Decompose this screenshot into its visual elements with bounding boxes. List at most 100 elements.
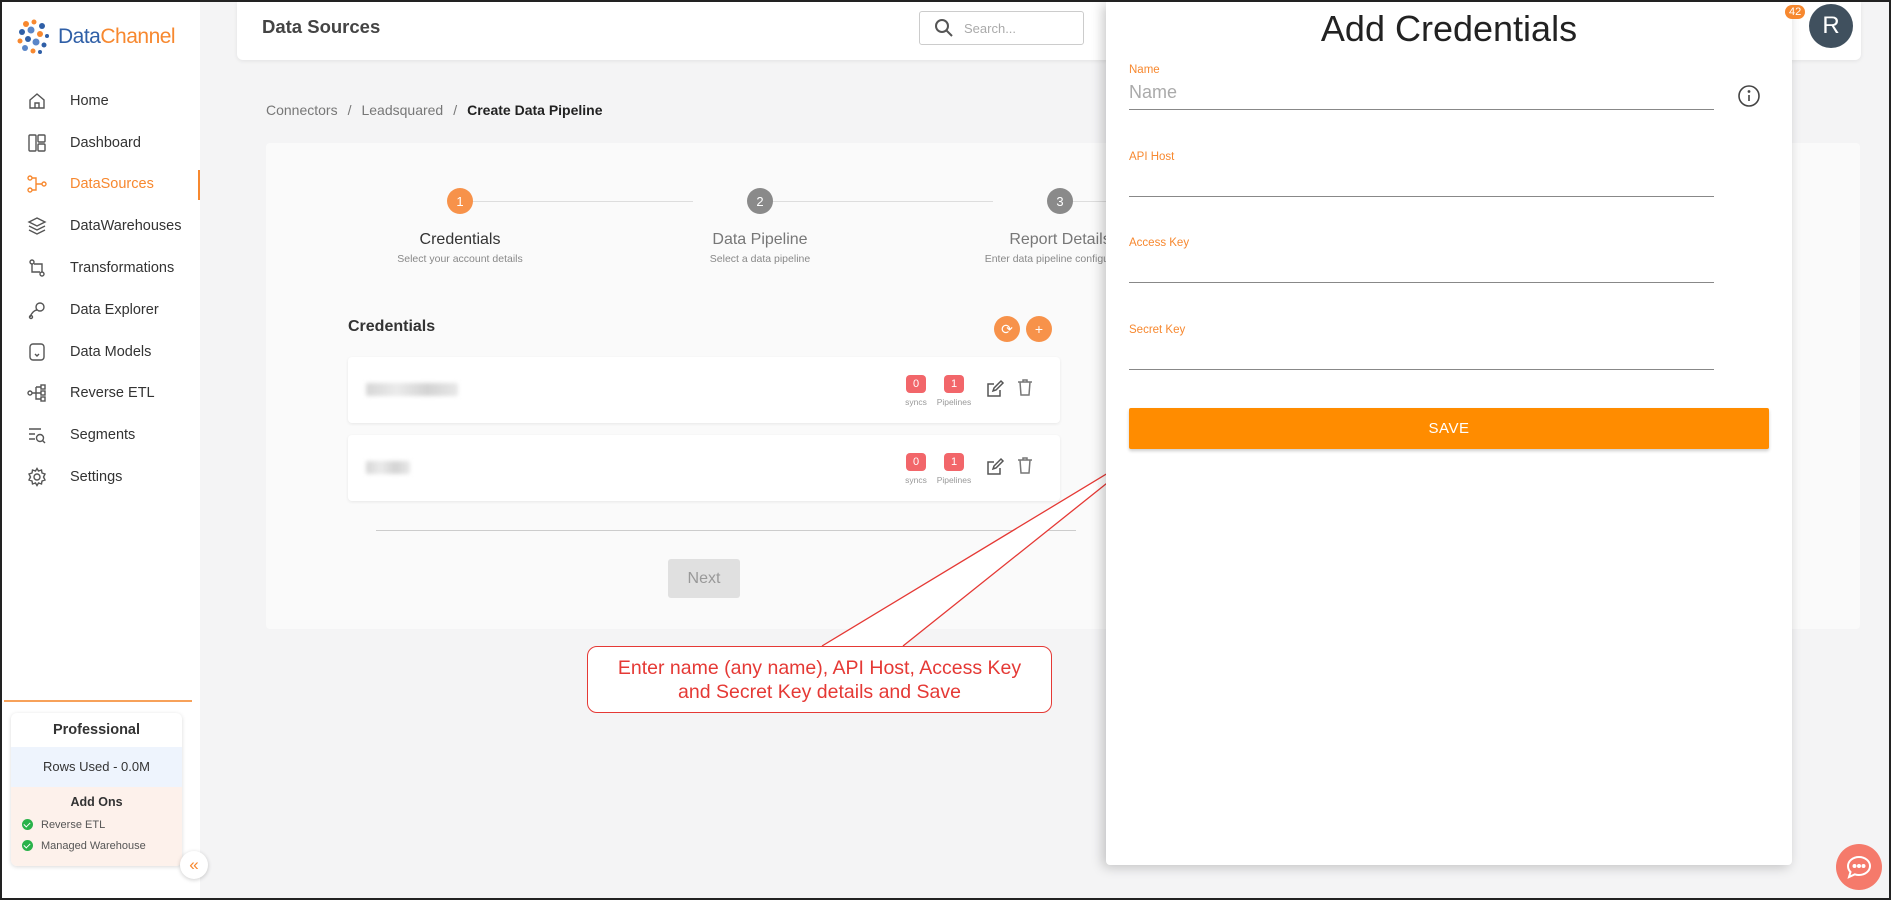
breadcrumb-leadsquared[interactable]: Leadsquared <box>361 102 443 118</box>
sidebar-item-label: Reverse ETL <box>70 385 155 402</box>
sidebar-item-segments[interactable]: Segments <box>2 414 200 456</box>
brand-name-part2: Channel <box>100 25 176 48</box>
credential-row[interactable]: 0 syncs 1 Pipelines <box>348 435 1060 501</box>
sidebar-item-label: Segments <box>70 427 136 444</box>
addon-label: Managed Warehouse <box>41 839 146 852</box>
pipelines-label: Pipelines <box>936 397 972 407</box>
edit-icon[interactable] <box>985 457 1005 477</box>
models-icon <box>26 341 48 363</box>
access-key-field: Access Key <box>1129 237 1714 283</box>
sidebar-item-home[interactable]: Home <box>2 80 200 122</box>
access-key-field-label: Access Key <box>1129 237 1190 249</box>
sidebar-item-reverse-etl[interactable]: Reverse ETL <box>2 373 200 415</box>
addons-title: Add Ons <box>70 795 123 809</box>
name-input[interactable] <box>1129 76 1714 110</box>
brand-name-part1: Data <box>58 25 101 48</box>
instruction-callout: Enter name (any name), API Host, Access … <box>587 646 1052 713</box>
api-host-field: API Host <box>1129 151 1714 197</box>
datasources-icon <box>26 173 48 195</box>
trash-icon[interactable] <box>1015 455 1035 475</box>
edit-icon[interactable] <box>985 379 1005 399</box>
save-button[interactable]: SAVE <box>1129 408 1769 449</box>
name-field-label: Name <box>1129 64 1160 76</box>
notification-badge[interactable]: 42 <box>1785 5 1806 19</box>
refresh-button[interactable]: ⟳ <box>994 316 1020 342</box>
add-credential-button[interactable]: + <box>1026 316 1052 342</box>
refresh-icon: ⟳ <box>1001 320 1013 337</box>
step-connector <box>453 201 693 202</box>
syncs-count-badge: 0 <box>906 453 926 471</box>
sidebar-nav: Home Dashboard DataSources DataWarehouse… <box>2 80 200 498</box>
step-1-subtitle: Select your account details <box>397 253 523 265</box>
info-icon[interactable] <box>1737 84 1761 108</box>
explorer-icon <box>26 299 48 321</box>
check-circle-icon <box>22 840 33 851</box>
user-avatar[interactable]: R <box>1809 4 1853 48</box>
callout-line-2: and Secret Key details and Save <box>678 680 961 703</box>
sidebar-item-transformations[interactable]: Transformations <box>2 247 200 289</box>
breadcrumb-separator: / <box>347 102 352 118</box>
chat-bubble-icon <box>1846 855 1872 879</box>
rows-used: Rows Used - 0.0M <box>11 747 182 787</box>
trash-icon[interactable] <box>1015 377 1035 397</box>
step-2-indicator[interactable]: 2 <box>747 188 773 214</box>
step-3-indicator[interactable]: 3 <box>1047 188 1073 214</box>
search-box[interactable]: Search... <box>919 11 1084 45</box>
section-divider <box>376 530 1076 531</box>
name-field: Name <box>1129 64 1714 110</box>
sidebar-item-label: Home <box>70 92 109 109</box>
breadcrumb-connectors[interactable]: Connectors <box>266 102 338 118</box>
sidebar: DataChannel Home Dashboard DataSources D… <box>2 2 200 898</box>
sidebar-item-label: Dashboard <box>70 134 141 151</box>
transform-icon <box>26 257 48 279</box>
add-credentials-drawer: Add Credentials Name API Host Access Key… <box>1106 2 1792 865</box>
home-icon <box>26 90 48 112</box>
page-title: Data Sources <box>262 16 381 37</box>
addon-item: Managed Warehouse <box>11 835 182 856</box>
addon-item: Reverse ETL <box>11 814 182 835</box>
secret-key-input[interactable] <box>1129 336 1714 370</box>
logo-mark-icon <box>16 18 52 56</box>
dashboard-icon <box>26 132 48 154</box>
pipelines-count-badge: 1 <box>944 375 964 393</box>
sidebar-item-data-explorer[interactable]: Data Explorer <box>2 289 200 331</box>
sidebar-item-label: Data Explorer <box>70 301 159 318</box>
search-icon <box>935 19 953 37</box>
collapse-sidebar-button[interactable]: « <box>180 851 208 879</box>
pipelines-label: Pipelines <box>936 475 972 485</box>
step-connector <box>753 201 993 202</box>
sidebar-item-datawarehouses[interactable]: DataWarehouses <box>2 205 200 247</box>
search-placeholder: Search... <box>964 20 1017 36</box>
api-host-field-label: API Host <box>1129 151 1175 163</box>
breadcrumb-current: Create Data Pipeline <box>467 102 603 118</box>
next-button[interactable]: Next <box>668 559 740 598</box>
check-circle-icon <box>22 819 33 830</box>
sidebar-item-settings[interactable]: Settings <box>2 456 200 498</box>
step-2-subtitle: Select a data pipeline <box>709 253 811 265</box>
brand-logo[interactable]: DataChannel <box>16 18 176 56</box>
credentials-heading: Credentials <box>348 318 436 335</box>
plus-icon: + <box>1034 321 1044 337</box>
sidebar-item-datasources[interactable]: DataSources <box>2 164 200 206</box>
plan-divider <box>4 700 192 702</box>
sidebar-item-label: Data Models <box>70 343 152 360</box>
chat-support-button[interactable] <box>1836 844 1882 890</box>
access-key-input[interactable] <box>1129 249 1714 283</box>
blurred-credential-name <box>366 383 458 396</box>
addons-section: Add Ons Reverse ETL Managed Warehouse <box>11 787 182 866</box>
credential-row[interactable]: 0 syncs 1 Pipelines <box>348 357 1060 423</box>
gear-icon <box>26 466 48 488</box>
reverse-etl-icon <box>26 382 48 404</box>
api-host-input[interactable] <box>1129 163 1714 197</box>
sidebar-item-dashboard[interactable]: Dashboard <box>2 122 200 164</box>
pipelines-count-badge: 1 <box>944 453 964 471</box>
sidebar-item-label: Transformations <box>70 260 175 277</box>
breadcrumb: Connectors / Leadsquared / Create Data P… <box>266 102 603 118</box>
addon-label: Reverse ETL <box>41 818 106 831</box>
breadcrumb-separator: / <box>453 102 458 118</box>
sidebar-item-data-models[interactable]: Data Models <box>2 331 200 373</box>
syncs-label: syncs <box>905 397 927 407</box>
sidebar-item-label: Settings <box>70 469 123 486</box>
step-1-indicator[interactable]: 1 <box>447 188 473 214</box>
step-2-label: Data Pipeline <box>712 231 808 248</box>
